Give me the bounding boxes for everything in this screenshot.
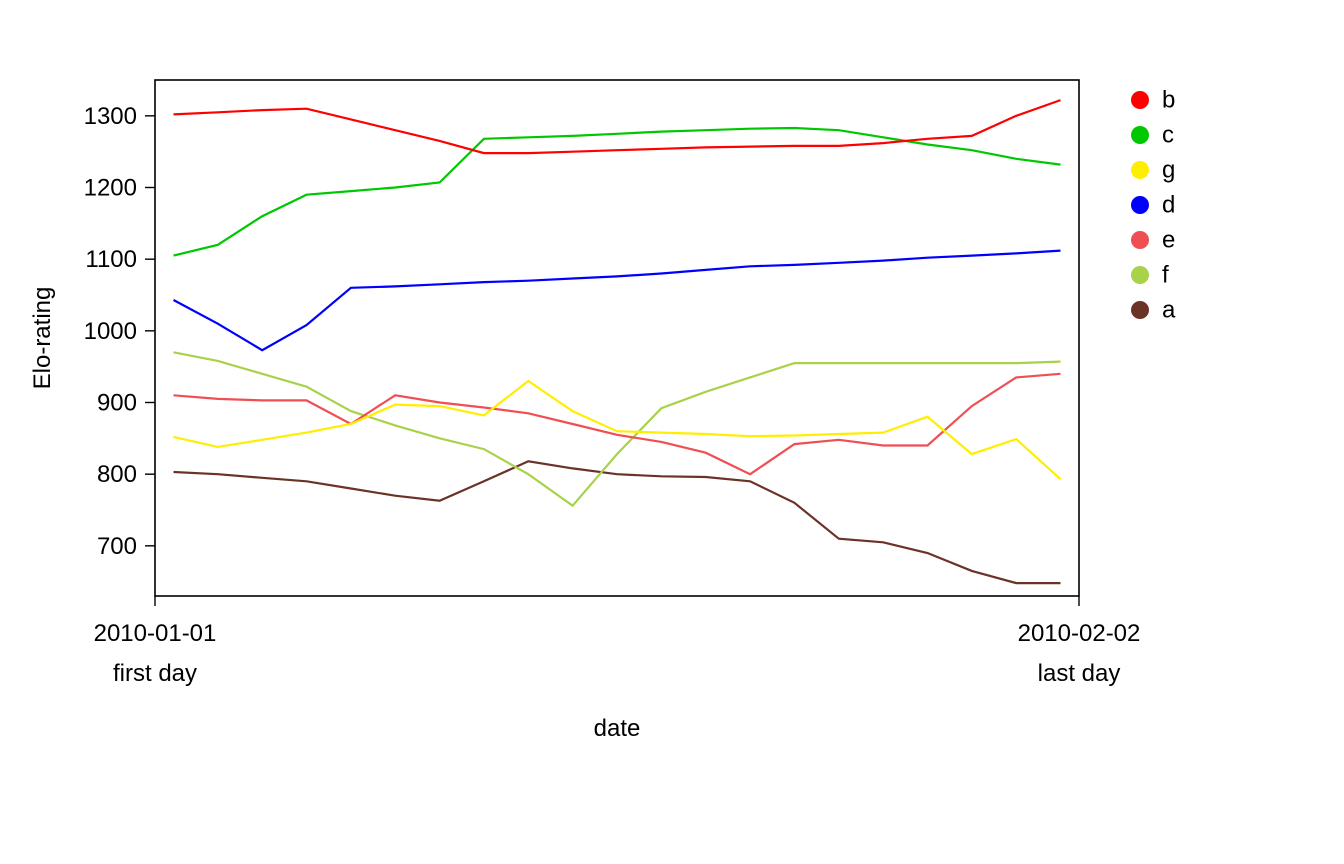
y-axis-label: Elo-rating [29, 287, 56, 390]
legend-dot-e [1131, 231, 1149, 249]
x-tick-sublabel: first day [113, 660, 197, 687]
series-d [174, 251, 1061, 351]
chart-svg: 700 800 900 1000 1100 1200 1300 2010-01-01 first… [0, 0, 1344, 864]
legend-dot-b [1131, 91, 1149, 109]
legend-label-d: d [1162, 191, 1175, 218]
y-tick-label: 700 [97, 533, 137, 560]
y-tick-label: 1300 [84, 103, 137, 130]
x-tick-label: 2010-02-02 [1018, 620, 1141, 647]
x-axis-label: date [594, 715, 641, 742]
legend-dot-f [1131, 266, 1149, 284]
x-tick-label: 2010-01-01 [94, 620, 217, 647]
legend-label-b: b [1162, 86, 1175, 113]
legend-dot-g [1131, 161, 1149, 179]
legend-label-a: a [1162, 296, 1176, 323]
x-tick-sublabel: last day [1038, 660, 1121, 687]
y-tick-label: 800 [97, 461, 137, 488]
legend-dot-c [1131, 126, 1149, 144]
legend-label-f: f [1162, 261, 1169, 288]
series-a [174, 461, 1061, 583]
legend-label-e: e [1162, 226, 1175, 253]
y-tick-label: 1100 [85, 246, 137, 273]
y-tick-label: 1000 [84, 318, 137, 345]
legend-label-g: g [1162, 156, 1175, 183]
plot-box [155, 80, 1079, 596]
legend-dot-d [1131, 196, 1149, 214]
legend-dot-a [1131, 301, 1149, 319]
y-tick-label: 1200 [84, 175, 137, 202]
legend-label-c: c [1162, 121, 1174, 148]
y-tick-label: 900 [97, 390, 137, 417]
chart-container: { "chart_data": { "type": "line", "title… [0, 0, 1344, 864]
series-g [174, 381, 1061, 479]
series-f [174, 352, 1061, 505]
series-e [174, 374, 1061, 474]
series-c [174, 128, 1061, 256]
